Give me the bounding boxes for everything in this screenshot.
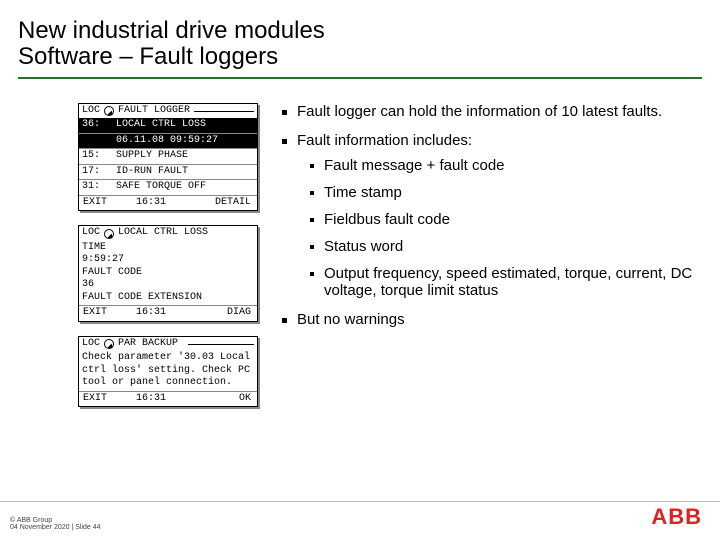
- softkey-exit[interactable]: EXIT: [79, 392, 121, 407]
- clock-display: 16:31: [121, 196, 181, 211]
- bullet-icon: [310, 218, 314, 222]
- softkey-exit[interactable]: EXIT: [79, 196, 121, 211]
- fault-row: 06.11.08 09:59:27: [79, 134, 257, 150]
- bullet-list: Fault logger can hold the information of…: [282, 103, 702, 422]
- slide-title: New industrial drive modules Software – …: [0, 0, 720, 85]
- panel-header: LOCAL CTRL LOSS: [118, 227, 254, 240]
- softkey-ok[interactable]: OK: [181, 392, 257, 407]
- softkey-diag[interactable]: DIAG: [181, 306, 257, 321]
- fault-row: 31: SAFE TORQUE OFF: [79, 180, 257, 195]
- list-item: Fault message + fault code: [310, 157, 702, 174]
- clock-display: 16:31: [121, 306, 181, 321]
- softkey-detail[interactable]: DETAIL: [181, 196, 257, 211]
- panel-body: TIME 9:59:27 FAULT CODE 36 FAULT CODE EX…: [79, 241, 257, 306]
- lcd-panel-fault-logger: LOC FAULT LOGGER 36: LOCAL CTRL LOSS 06.…: [78, 103, 258, 212]
- lcd-panel-par-backup: LOC PAR BACKUP Check parameter '30.03 Lo…: [78, 336, 258, 408]
- lcd-panels-column: LOC FAULT LOGGER 36: LOCAL CTRL LOSS 06.…: [18, 103, 258, 422]
- title-line-2: Software – Fault loggers: [18, 44, 702, 70]
- loc-label: LOC: [82, 105, 100, 118]
- list-item: But no warnings: [282, 311, 702, 328]
- loc-label: LOC: [82, 227, 100, 240]
- list-item: Status word: [310, 238, 702, 255]
- list-item: Time stamp: [310, 184, 702, 201]
- panel-body: Check parameter '30.03 Local ctrl loss' …: [79, 351, 257, 391]
- lcd-panel-fault-detail: LOC LOCAL CTRL LOSS TIME 9:59:27 FAULT C…: [78, 225, 258, 322]
- bullet-icon: [282, 318, 287, 323]
- title-rule: [18, 77, 702, 79]
- fault-row: 17: ID-RUN FAULT: [79, 165, 257, 181]
- bullet-icon: [310, 272, 314, 276]
- bullet-icon: [310, 164, 314, 168]
- bullet-icon: [282, 139, 287, 144]
- refresh-icon: [104, 339, 114, 349]
- slide-footer: © ABB Group 04 November 2020 | Slide 44: [10, 517, 101, 532]
- footer-rule: [0, 501, 720, 502]
- clock-display: 16:31: [121, 392, 181, 407]
- abb-logo: ABB: [651, 504, 702, 530]
- refresh-icon: [104, 229, 114, 239]
- softkey-exit[interactable]: EXIT: [79, 306, 121, 321]
- list-item: Fault information includes: Fault messag…: [282, 132, 702, 299]
- list-item: Output frequency, speed estimated, torqu…: [310, 265, 702, 299]
- bullet-icon: [310, 191, 314, 195]
- list-item: Fieldbus fault code: [310, 211, 702, 228]
- title-line-1: New industrial drive modules: [18, 18, 702, 44]
- loc-label: LOC: [82, 338, 100, 351]
- refresh-icon: [104, 106, 114, 116]
- panel-header: FAULT LOGGER: [118, 105, 190, 118]
- list-item: Fault logger can hold the information of…: [282, 103, 702, 120]
- fault-row: 36: LOCAL CTRL LOSS: [79, 118, 257, 134]
- bullet-icon: [310, 245, 314, 249]
- bullet-icon: [282, 110, 287, 115]
- fault-row: 15: SUPPLY PHASE: [79, 149, 257, 165]
- panel-header: PAR BACKUP: [118, 338, 184, 351]
